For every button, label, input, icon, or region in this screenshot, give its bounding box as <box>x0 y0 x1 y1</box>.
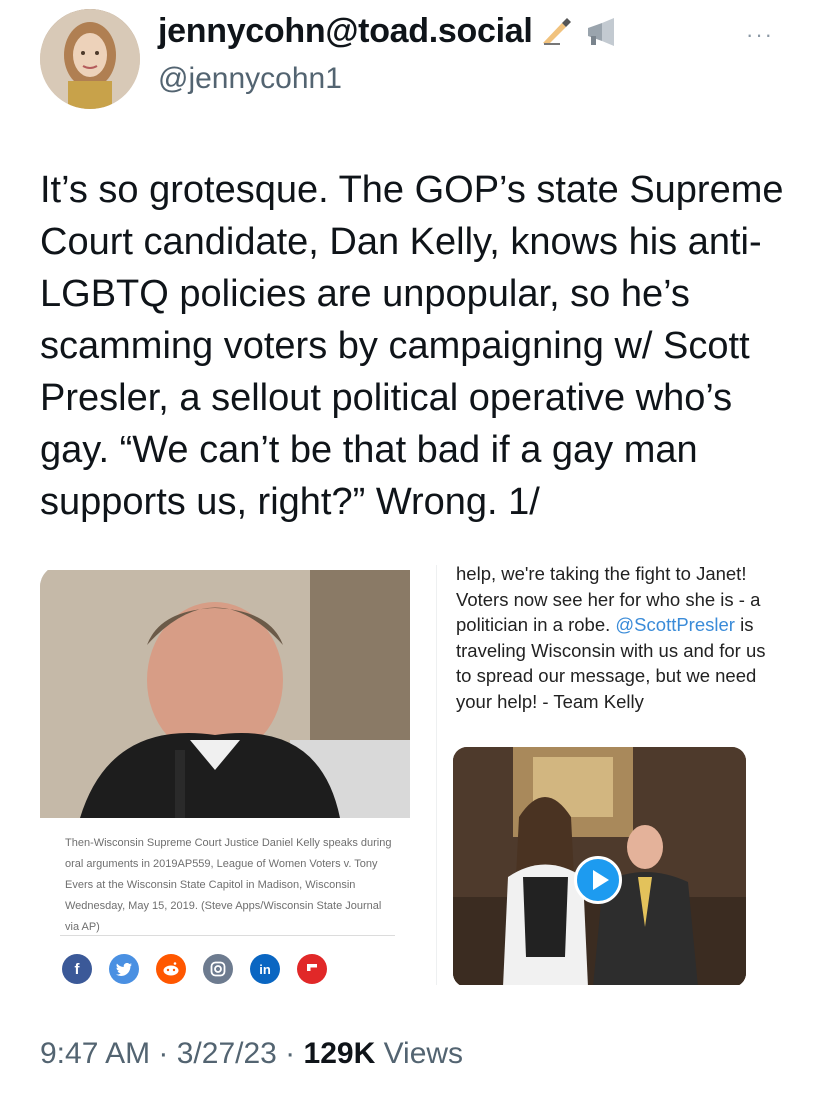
meta-separator: · <box>276 1037 304 1070</box>
instagram-icon <box>203 954 233 984</box>
play-button[interactable] <box>574 856 622 904</box>
author-handle[interactable]: @jennycohn1 <box>158 62 342 96</box>
campaign-video-thumbnail[interactable] <box>453 747 746 985</box>
tweet-media[interactable]: Then-Wisconsin Supreme Court Justice Dan… <box>40 565 788 985</box>
share-icons: f in <box>62 954 327 984</box>
scottpresler-mention[interactable]: @ScottPresler <box>615 614 735 635</box>
article-caption: Then-Wisconsin Supreme Court Justice Dan… <box>65 837 392 933</box>
caption-divider <box>60 935 395 936</box>
reddit-icon <box>156 954 186 984</box>
tweet-text: It’s so grotesque. The GOP’s state Supre… <box>40 169 784 523</box>
tweet-meta: 9:47 AM · 3/27/23 · 129K Views <box>40 1037 463 1071</box>
facebook-icon: f <box>62 954 92 984</box>
twitter-icon <box>109 954 139 984</box>
views-label: Views <box>375 1037 464 1070</box>
writing-hand-icon <box>540 17 576 47</box>
avatar-image <box>40 9 140 109</box>
article-screenshot[interactable]: Then-Wisconsin Supreme Court Justice Dan… <box>40 565 434 985</box>
megaphone-icon <box>584 17 620 47</box>
meta-separator: · <box>150 1037 177 1070</box>
views-count[interactable]: 129K <box>304 1037 376 1070</box>
linkedin-icon: in <box>250 954 280 984</box>
tweet-date[interactable]: 3/27/23 <box>177 1037 277 1070</box>
more-options-icon[interactable]: ··· <box>746 22 774 48</box>
tweet-time[interactable]: 9:47 AM <box>40 1037 150 1070</box>
campaign-post-text: help, we're taking the fight to Janet! V… <box>456 565 776 715</box>
author-display-name[interactable]: jennycohn@toad.social <box>158 12 533 51</box>
flipboard-icon <box>297 954 327 984</box>
judge-photo <box>40 570 410 818</box>
author-avatar[interactable] <box>40 9 140 109</box>
author-name-row[interactable]: jennycohn@toad.social <box>158 12 620 51</box>
campaign-post-screenshot[interactable]: help, we're taking the fight to Janet! V… <box>436 565 788 985</box>
